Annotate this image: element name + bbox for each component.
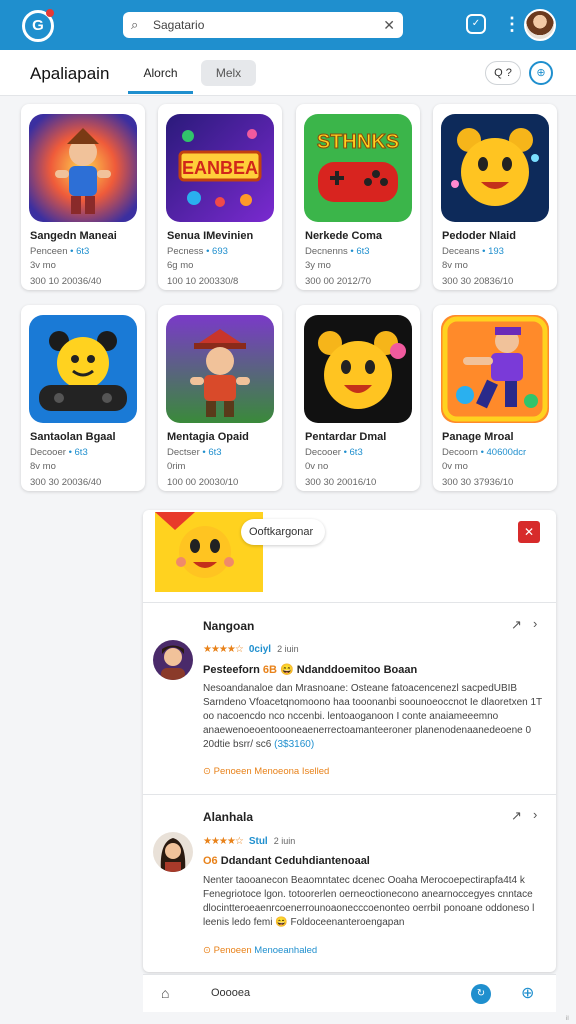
divider <box>143 794 556 795</box>
top-bar: G ⌕ Sagatario ✕ ✓ ⋮ <box>0 0 576 50</box>
avatar[interactable] <box>153 832 193 872</box>
share-icon[interactable]: ↗ <box>511 617 522 633</box>
more-vert-icon[interactable]: ⋮ <box>503 14 521 34</box>
game-thumbnail: STHNKS <box>304 114 412 222</box>
search-help-button[interactable]: Q ? <box>485 61 521 85</box>
card-publisher: Deceans • 193 <box>442 246 504 257</box>
card-meta: 8v mo <box>30 461 56 472</box>
corner-text: il <box>566 1016 569 1022</box>
user-avatar[interactable] <box>524 9 556 41</box>
share-icon[interactable]: ↗ <box>511 808 522 824</box>
card-publisher: Dectser • 6t3 <box>167 447 222 458</box>
card-meta: 0v no <box>305 461 329 472</box>
review-body: Nesoandanaloe dan Mrasnoane: Osteane fat… <box>203 683 542 750</box>
app-card[interactable]: STHNKS Nerkede Coma Decnenns • 6t3 3y mo… <box>296 104 420 290</box>
app-card[interactable]: Mentagia Opaid Dectser • 6t3 0rim 100 00… <box>158 305 282 491</box>
search-input[interactable]: Sagatario <box>147 18 383 32</box>
card-stats: 300 30 20836/10 <box>442 276 514 287</box>
card-stats: 300 30 20016/10 <box>305 477 377 488</box>
card-title: Panage Mroal <box>442 431 514 443</box>
bottom-bar-label[interactable]: Ooooea <box>211 987 250 999</box>
app-card[interactable]: Sangedn Maneai Penceen • 6t3 3v mo 300 1… <box>21 104 145 290</box>
divider <box>143 602 556 603</box>
card-meta: 0rim <box>167 461 186 472</box>
app-card[interactable]: Pentardar Dmal Decooer • 6t3 0v no 300 3… <box>296 305 420 491</box>
tab-alorch[interactable]: Alorch <box>128 60 193 94</box>
notification-dot <box>46 9 54 17</box>
card-stats: 300 30 20036/40 <box>30 477 102 488</box>
review-body: Nenter taooanecon Beaomntatec dcenec Ooa… <box>203 875 535 928</box>
card-publisher: Penceen • 6t3 <box>30 246 90 257</box>
card-publisher: Decnenns • 6t3 <box>305 246 370 257</box>
card-publisher: Decooer • 6t3 <box>30 447 88 458</box>
card-publisher: Decooer • 6t3 <box>305 447 363 458</box>
app-card[interactable]: Panage Mroal Decoorn • 40600dcr 0v mo 30… <box>433 305 557 491</box>
card-publisher: Pecness • 693 <box>167 246 228 257</box>
card-title: Mentagia Opaid <box>167 431 249 443</box>
home-icon[interactable]: ⌂ <box>161 985 169 1001</box>
card-stats: 300 10 20036/40 <box>30 276 102 287</box>
card-title: Santaolan Bgaal <box>30 431 116 443</box>
account-icon[interactable]: ⊕ <box>529 61 553 85</box>
game-thumbnail <box>166 315 274 423</box>
bottom-bar: ⌂ Ooooea ↻ ⊕ <box>143 974 556 1012</box>
review-footer: ⊙ Penoeen Menoeanhaled <box>203 945 318 956</box>
card-stats: 100 00 20030/10 <box>167 477 239 488</box>
card-title: Pedoder Nlaid <box>442 230 516 242</box>
game-thumbnail <box>29 114 137 222</box>
card-meta: 6g mo <box>167 260 194 271</box>
shield-icon[interactable]: ✓ <box>466 14 486 34</box>
sync-icon[interactable]: ↻ <box>471 984 491 1004</box>
card-publisher: Decoorn • 40600dcr <box>442 447 527 458</box>
globe-icon[interactable]: ⊕ <box>521 983 534 1003</box>
page-header: Apaliapain Alorch Melx Q ? ⊕ <box>0 50 576 96</box>
card-meta: 3y mo <box>305 260 331 271</box>
app-card[interactable]: Santaolan Bgaal Decooer • 6t3 8v mo 300 … <box>21 305 145 491</box>
review-headline: Pesteeforn 6B 😄 Ndanddoemitoo Boaan <box>203 664 418 676</box>
chevron-right-icon[interactable]: › <box>533 807 537 822</box>
card-meta: 0v mo <box>442 461 468 472</box>
game-thumbnail <box>304 315 412 423</box>
card-meta: 8v mo <box>442 260 468 271</box>
search-icon: ⌕ <box>131 17 139 32</box>
page-title: Apaliapain <box>30 64 110 83</box>
close-icon[interactable]: ✕ <box>518 521 540 543</box>
category-pill[interactable]: Ooftkargonar <box>241 519 326 545</box>
chevron-right-icon[interactable]: › <box>533 616 537 631</box>
search-bar[interactable]: ⌕ Sagatario ✕ <box>123 12 403 38</box>
card-title: Nerkede Coma <box>305 230 383 242</box>
game-thumbnail <box>441 114 549 222</box>
card-title: Sangedn Maneai <box>30 230 117 242</box>
game-thumbnail <box>29 315 137 423</box>
card-stats: 300 30 37936/10 <box>442 477 514 488</box>
card-title: Pentardar Dmal <box>305 431 387 443</box>
game-thumbnail: EANBEA <box>166 114 274 222</box>
review-section-title: Alanhala <box>203 810 254 824</box>
detail-panel: Ooftkargonar ✕ Nangoan ↗ › ★★★★☆ 0ciyl 2 i… <box>143 510 556 972</box>
tab-melx[interactable]: Melx <box>201 60 256 86</box>
review-headline: O6 Ddandant Ceduhdiantenoaal <box>203 855 370 867</box>
svg-text:STHNKS: STHNKS <box>317 131 399 153</box>
card-meta: 3v mo <box>30 260 56 271</box>
app-card[interactable]: EANBEA Senua IMevinien Pecness • 693 6g … <box>158 104 282 290</box>
review-footer: ⊙ Penoeen Menoeona Iselled <box>203 766 330 777</box>
game-thumbnail <box>441 315 549 423</box>
card-stats: 100 10 200330/8 <box>167 276 239 287</box>
rating-stars: ★★★★☆ Stul 2 iuin <box>203 836 296 847</box>
close-icon[interactable]: ✕ <box>383 17 395 34</box>
svg-text:EANBEA: EANBEA <box>182 158 258 178</box>
avatar[interactable] <box>153 640 193 680</box>
app-card[interactable]: Pedoder Nlaid Deceans • 193 8v mo 300 30… <box>433 104 557 290</box>
rating-stars: ★★★★☆ 0ciyl 2 iuin <box>203 644 299 655</box>
card-title: Senua IMevinien <box>167 230 254 242</box>
review-section-title: Nangoan <box>203 619 255 633</box>
card-stats: 300 00 2012/70 <box>305 276 372 287</box>
